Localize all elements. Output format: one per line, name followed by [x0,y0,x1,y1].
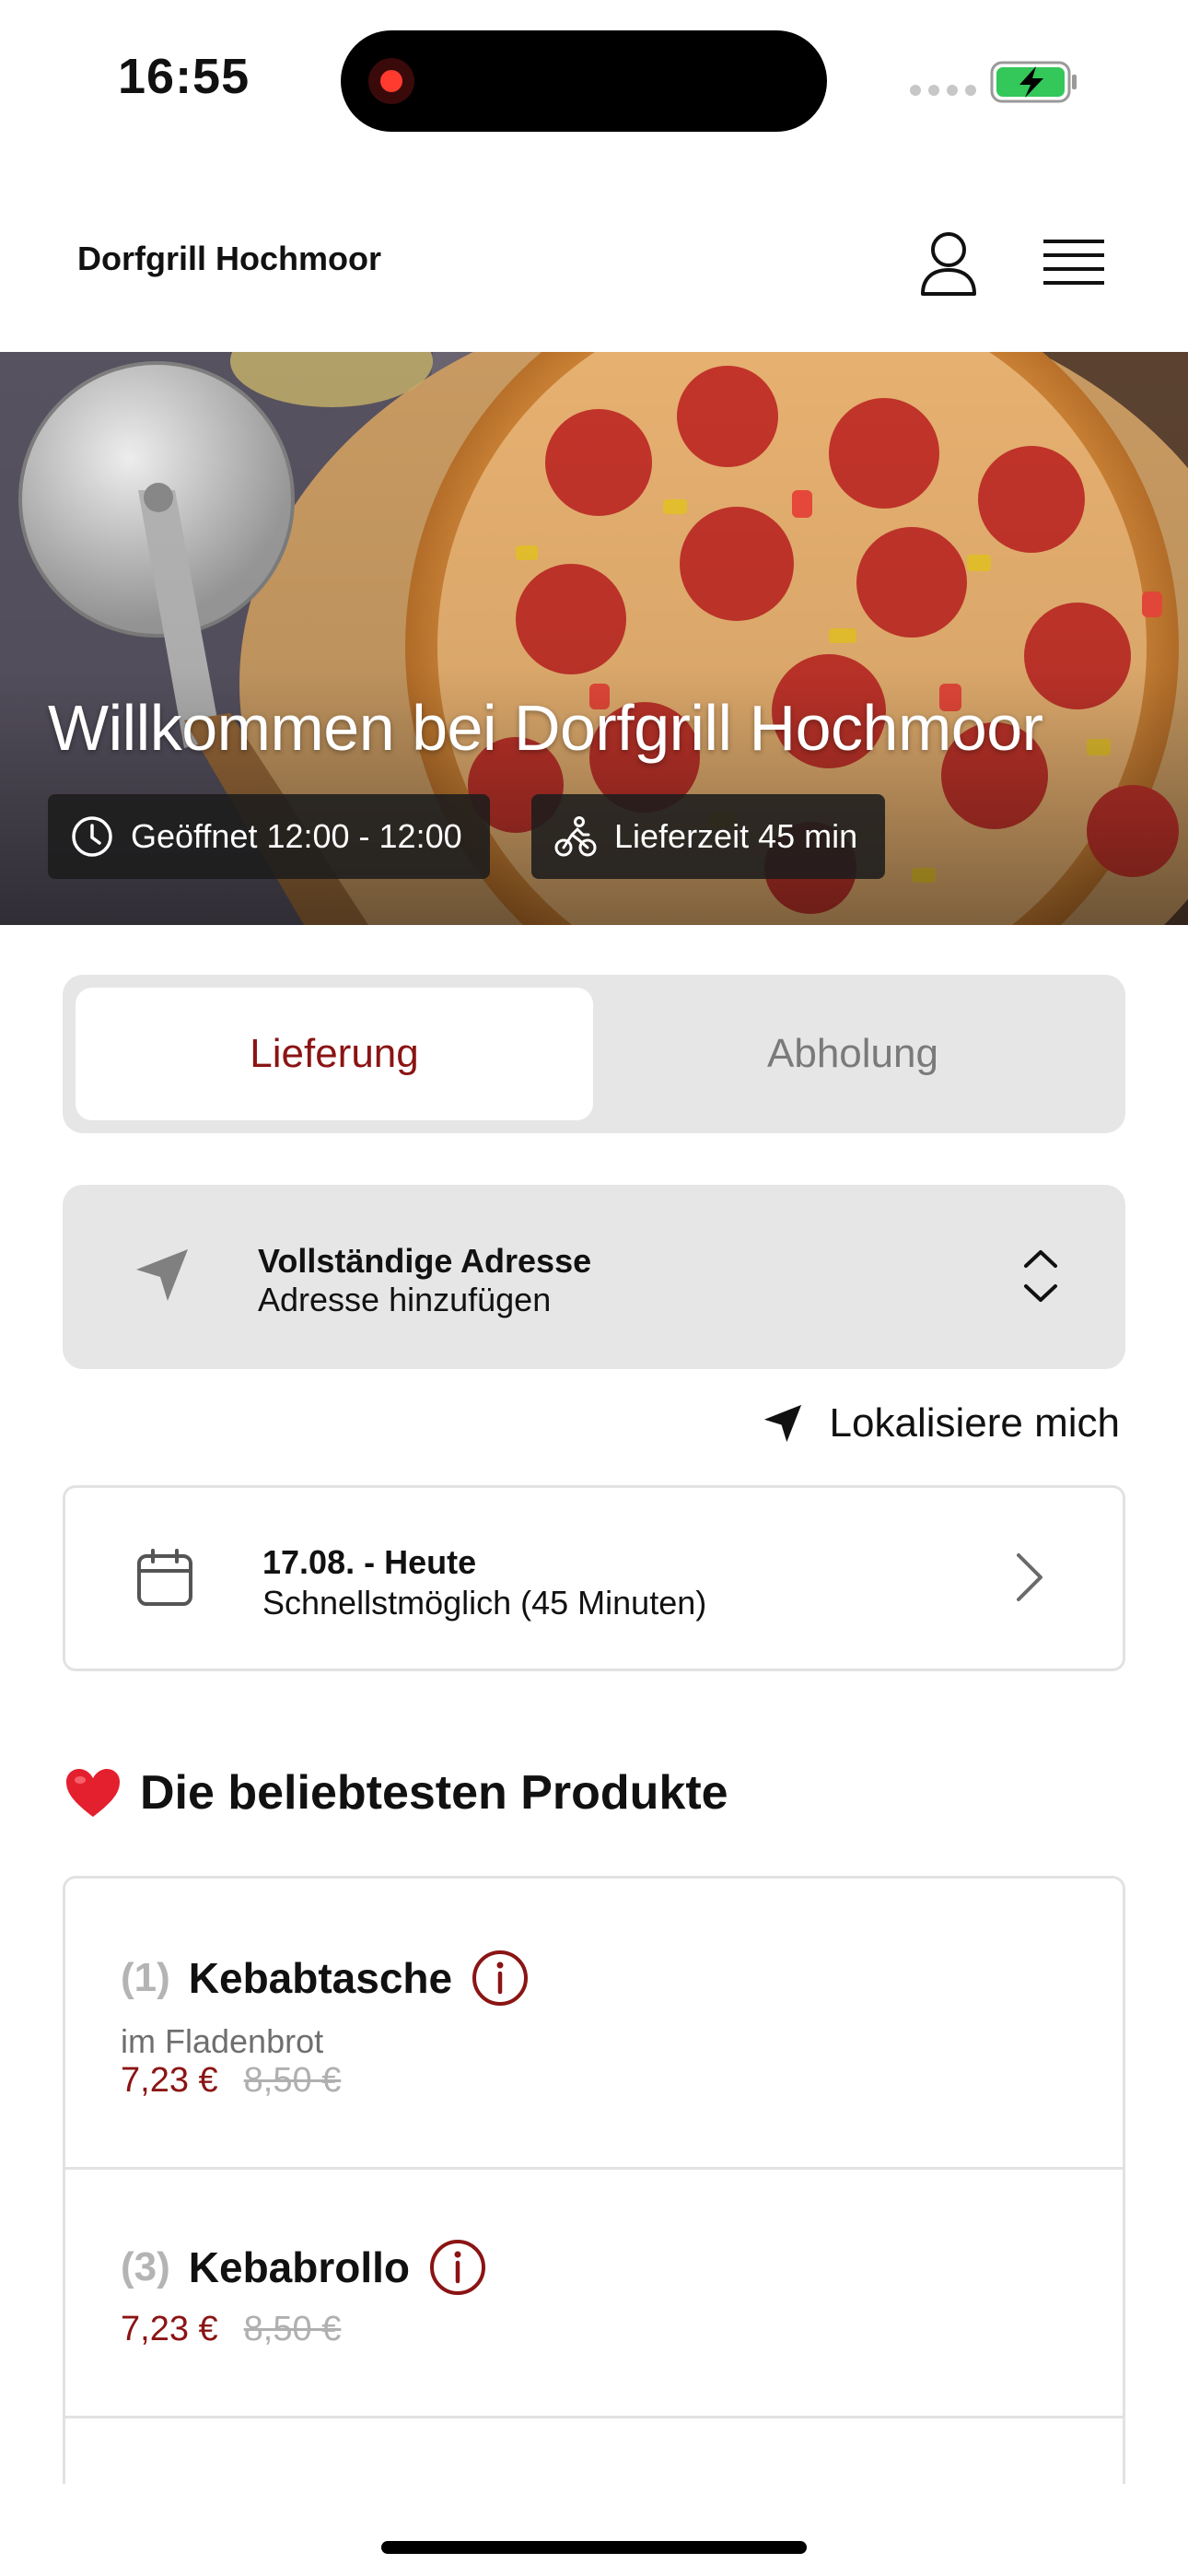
recording-indicator-icon [368,58,414,104]
clock-icon [72,816,112,857]
status-bar: 16:55 [0,0,1188,157]
product-price: 7,23 € 8,50 € [121,2310,341,2349]
product-price: 7,23 € 8,50 € [121,2061,341,2101]
product-list: (1) Kebabtasche im Fladenbrot 7,23 € 8,5… [63,1876,1125,2484]
chevron-up-down-icon [1024,1250,1057,1302]
product-number: (1) [121,1955,170,2000]
original-price: 8,50 € [243,2310,342,2348]
calendar-icon [137,1549,192,1606]
location-arrow-icon [136,1249,188,1301]
hero-title: Willkommen bei Dorfgrill Hochmoor [48,692,1043,764]
restaurant-name: Dorfgrill Hochmoor [77,240,381,277]
heart-icon [66,1769,120,1817]
delivery-time-selector[interactable]: 17.08. - Heute Schnellstmöglich (45 Minu… [63,1485,1125,1671]
product-name: Kebabrollo [188,2243,411,2291]
tab-delivery[interactable]: Lieferung [76,988,593,1120]
battery-charging-icon [990,61,1077,103]
app-header: Dorfgrill Hochmoor [0,184,1188,350]
order-mode-toggle: Lieferung Abholung [63,975,1125,1133]
address-selector[interactable]: Vollständige Adresse Adresse hinzufügen [63,1185,1125,1369]
opening-hours-badge: Geöffnet 12:00 - 12:00 [48,794,490,879]
info-icon[interactable] [428,2238,487,2297]
location-arrow-icon [763,1404,801,1443]
current-price: 7,23 € [121,2061,218,2100]
delivery-time-badge: Lieferzeit 45 min [531,794,886,879]
product-description: im Fladenbrot [121,2022,324,2060]
tab-pickup[interactable]: Abholung [593,988,1112,1120]
product-name: Kebabtasche [188,1954,453,2002]
product-number: (3) [121,2244,170,2289]
product-item[interactable]: (1) Kebabtasche im Fladenbrot 7,23 € 8,5… [65,1879,1123,2170]
address-subtitle: Adresse hinzufügen [258,1281,552,1318]
delivery-time-option: Schnellstmöglich (45 Minuten) [262,1584,707,1622]
delivery-bike-icon [554,816,597,857]
address-title: Vollständige Adresse [258,1242,592,1280]
popular-products-title: Die beliebtesten Produkte [140,1766,728,1820]
cellular-signal-icon [910,85,976,96]
locate-me-label: Lokalisiere mich [829,1400,1120,1446]
dynamic-island [341,30,827,132]
locate-me-button[interactable]: Lokalisiere mich [762,1400,1120,1446]
current-price: 7,23 € [121,2310,218,2348]
delivery-time-label: Lieferzeit 45 min [614,817,858,855]
hamburger-menu-icon [1043,240,1104,285]
hero-banner: Willkommen bei Dorfgrill Hochmoor Geöffn… [0,352,1188,925]
home-indicator[interactable] [381,2541,807,2554]
user-icon [921,232,976,296]
account-button[interactable] [910,225,987,302]
menu-button[interactable] [1035,225,1112,302]
popular-products-heading: Die beliebtesten Produkte [64,1765,728,1821]
delivery-date: 17.08. - Heute [262,1543,477,1581]
chevron-right-icon [1017,1553,1042,1601]
product-item[interactable]: (3) Kebabrollo 7,23 € 8,50 € [65,2170,1123,2418]
opening-hours-label: Geöffnet 12:00 - 12:00 [131,817,462,855]
info-icon[interactable] [471,1949,530,2008]
original-price: 8,50 € [243,2061,342,2100]
status-time: 16:55 [118,49,250,104]
